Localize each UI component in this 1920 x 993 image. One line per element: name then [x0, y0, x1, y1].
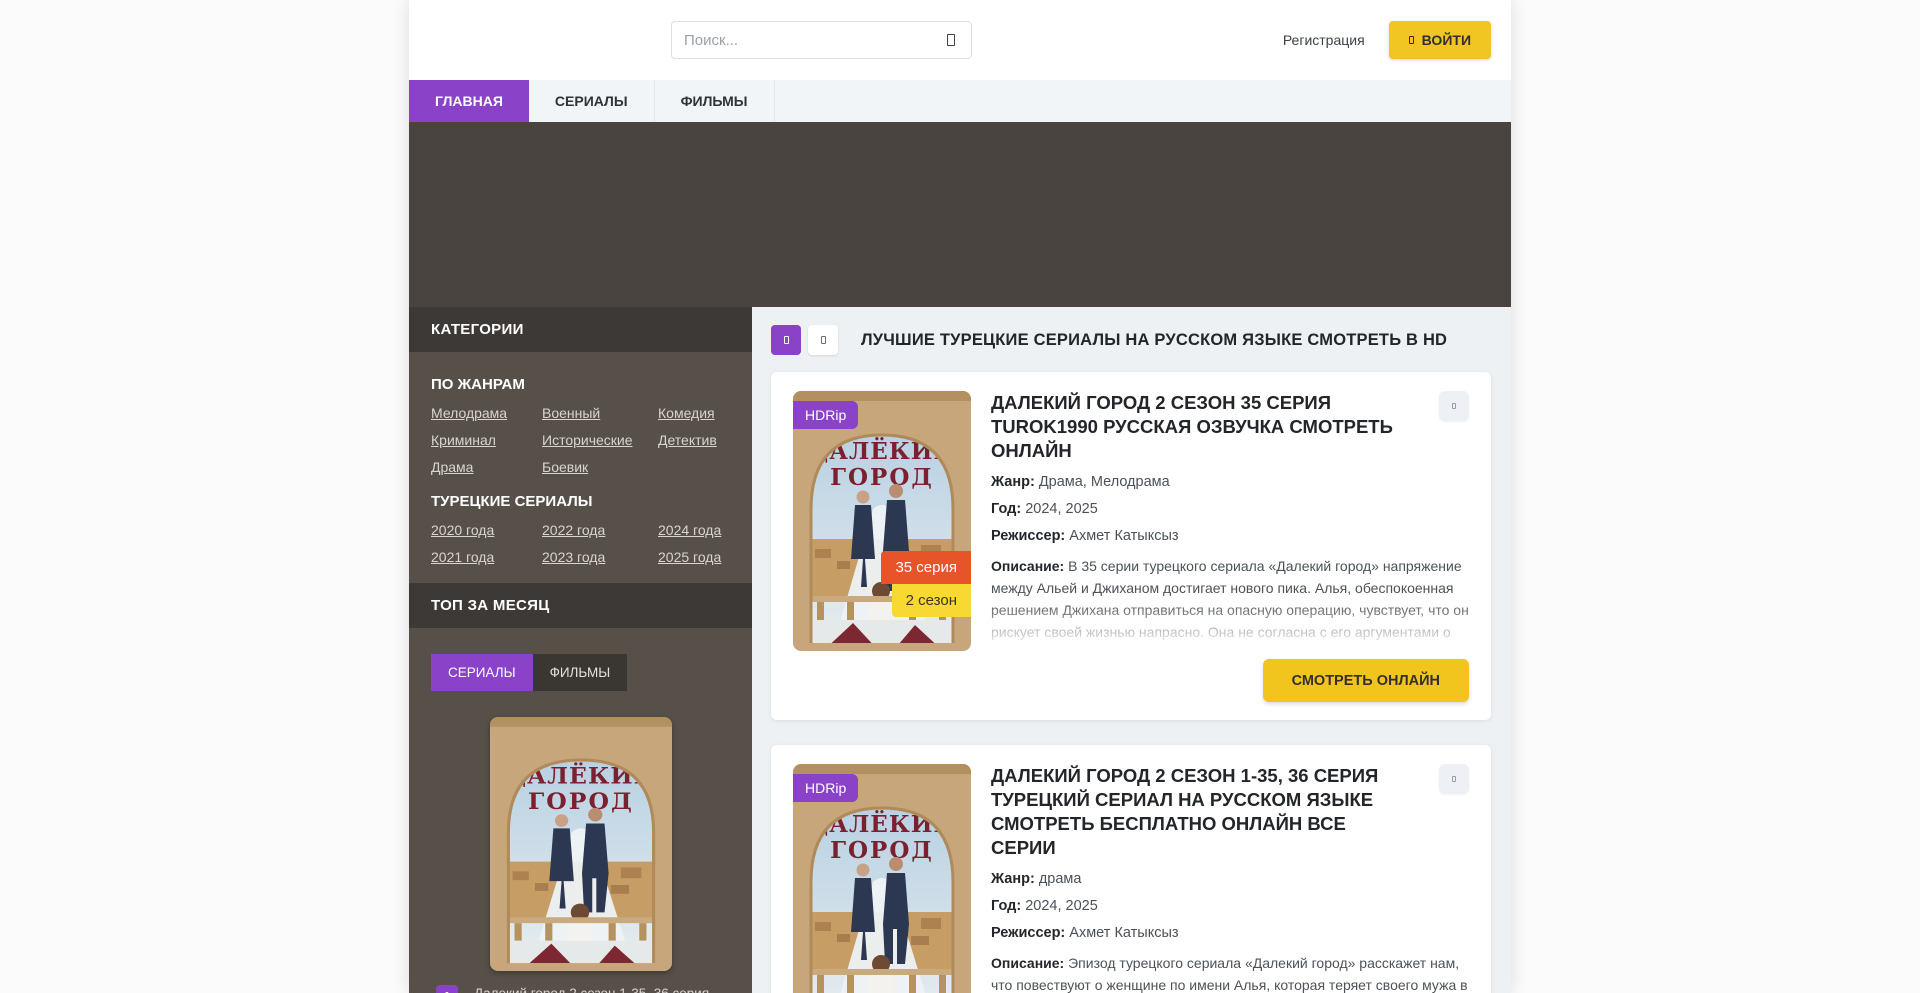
year-link[interactable]: 2024 года [658, 522, 730, 538]
director-label: Режиссер: [991, 528, 1065, 544]
search-icon [947, 34, 955, 46]
quality-badge: HDRip [793, 401, 858, 429]
director-label: Режиссер: [991, 925, 1065, 941]
auth-area: Регистрация ВОЙТИ [1283, 0, 1491, 80]
search-button[interactable] [931, 22, 971, 58]
grid-view-icon [784, 336, 789, 344]
list-view-button[interactable] [808, 325, 838, 355]
top-month-tabs: СЕРИАЛЫ ФИЛЬМЫ [431, 654, 730, 691]
main-content: ЛУЧШИЕ ТУРЕЦКИЕ СЕРИАЛЫ НА РУССКОМ ЯЗЫКЕ… [752, 307, 1511, 993]
genre-link[interactable]: Исторические [542, 432, 652, 448]
series-card: ДАЛЁКИЙ ГОРОД [771, 745, 1491, 993]
episode-badge: 35 серия [881, 551, 971, 584]
site-header: Регистрация ВОЙТИ [409, 0, 1511, 80]
genre-link[interactable]: Детектив [658, 432, 730, 448]
year-label: Год: [991, 501, 1021, 517]
watch-online-button[interactable]: СМОТРЕТЬ ОНЛАЙН [1263, 659, 1469, 702]
genre-label: Жанр: [991, 474, 1035, 490]
year-row: Год: 2024, 2025 [991, 898, 1469, 914]
poster-title-line2: ГОРОД [830, 837, 934, 864]
year-row: Год: 2024, 2025 [991, 501, 1469, 517]
content-row: КАТЕГОРИИ ПО ЖАНРАМ Мелодрама Военный Ко… [409, 307, 1511, 993]
card-title-link[interactable]: ДАЛЕКИЙ ГОРОД 2 СЕЗОН 1-35, 36 СЕРИЯ ТУР… [991, 764, 1411, 860]
nav-item-serials[interactable]: СЕРИАЛЫ [529, 80, 655, 122]
search-form [671, 21, 972, 59]
genre-label: Жанр: [991, 871, 1035, 887]
nav-item-films[interactable]: ФИЛЬМЫ [655, 80, 775, 122]
comments-icon [1452, 776, 1456, 782]
card-body: ДАЛЕКИЙ ГОРОД 2 СЕЗОН 35 СЕРИЯ TUROK1990… [991, 391, 1469, 702]
card-poster[interactable]: ДАЛЁКИЙ ГОРОД [793, 764, 971, 993]
rank-badge: 1 [436, 985, 458, 993]
top-rank-item: 1 Далекий город 2 сезон 1-35, 36 серия [436, 985, 730, 993]
tab-serials[interactable]: СЕРИАЛЫ [431, 654, 533, 691]
genre-link[interactable]: Военный [542, 405, 652, 421]
banner-area [409, 122, 1511, 307]
director-value: Ахмет Катыксыз [1069, 925, 1178, 941]
login-button[interactable]: ВОЙТИ [1389, 21, 1491, 59]
description: Описание: Эпизод турецкого сериала «Дале… [991, 953, 1469, 993]
poster-title-line2: ГОРОД [830, 464, 934, 491]
top-month-block: СЕРИАЛЫ ФИЛЬМЫ [409, 628, 752, 993]
nav-item-home[interactable]: ГЛАВНАЯ [409, 80, 529, 122]
season-badge: 2 сезон [892, 584, 971, 617]
episode-badges: 35 серия 2 сезон [881, 551, 971, 617]
series-card: ДАЛЁКИЙ ГОРОД [771, 372, 1491, 720]
genre-link[interactable]: Драма [431, 459, 536, 475]
login-label: ВОЙТИ [1422, 32, 1471, 48]
poster-art: ДАЛЁКИЙ ГОРОД [490, 717, 672, 971]
comments-button[interactable] [1439, 764, 1469, 794]
genre-link[interactable]: Мелодрама [431, 405, 536, 421]
description: Описание: В 35 серии турецкого сериала «… [991, 556, 1469, 649]
user-icon [1409, 36, 1414, 44]
sidebar: КАТЕГОРИИ ПО ЖАНРАМ Мелодрама Военный Ко… [409, 307, 752, 993]
page-title: ЛУЧШИЕ ТУРЕЦКИЕ СЕРИАЛЫ НА РУССКОМ ЯЗЫКЕ… [861, 331, 1447, 350]
year-value: 2024, 2025 [1025, 898, 1098, 914]
sidebar-filters: ПО ЖАНРАМ Мелодрама Военный Комедия Крим… [409, 352, 752, 583]
description-label: Описание: [991, 955, 1064, 971]
grid-view-button[interactable] [771, 325, 801, 355]
card-title-link[interactable]: ДАЛЕКИЙ ГОРОД 2 СЕЗОН 35 СЕРИЯ TUROK1990… [991, 391, 1411, 463]
genre-value: Драма, Мелодрама [1039, 474, 1170, 490]
top-poster[interactable]: ДАЛЁКИЙ ГОРОД [490, 717, 672, 971]
card-body: ДАЛЕКИЙ ГОРОД 2 СЕЗОН 1-35, 36 СЕРИЯ ТУР… [991, 764, 1469, 993]
years-title: ТУРЕЦКИЕ СЕРИАЛЫ [431, 493, 730, 510]
top-item-link[interactable]: Далекий город 2 сезон 1-35, 36 серия [474, 985, 709, 993]
page-container: Регистрация ВОЙТИ ГЛАВНАЯ СЕРИАЛЫ ФИЛЬМЫ… [409, 0, 1511, 993]
sidebar-categories-title: КАТЕГОРИИ [409, 307, 752, 352]
list-view-icon [821, 336, 826, 344]
card-poster[interactable]: ДАЛЁКИЙ ГОРОД [793, 391, 971, 651]
quality-badge: HDRip [793, 774, 858, 802]
year-link[interactable]: 2021 года [431, 549, 536, 565]
comments-button[interactable] [1439, 391, 1469, 421]
year-label: Год: [991, 898, 1021, 914]
genre-row: Жанр: Драма, Мелодрама [991, 474, 1469, 490]
register-link[interactable]: Регистрация [1283, 32, 1365, 48]
comments-icon [1452, 403, 1456, 409]
genre-link[interactable]: Криминал [431, 432, 536, 448]
tab-films[interactable]: ФИЛЬМЫ [533, 654, 628, 691]
description-label: Описание: [991, 558, 1064, 574]
main-nav: ГЛАВНАЯ СЕРИАЛЫ ФИЛЬМЫ [409, 80, 1511, 122]
year-value: 2024, 2025 [1025, 501, 1098, 517]
year-link[interactable]: 2023 года [542, 549, 652, 565]
director-row: Режиссер: Ахмет Катыксыз [991, 925, 1469, 941]
years-list: 2020 года 2022 года 2024 года 2021 года … [431, 522, 730, 565]
poster-title-line2: ГОРОД [528, 788, 634, 814]
content-header: ЛУЧШИЕ ТУРЕЦКИЕ СЕРИАЛЫ НА РУССКОМ ЯЗЫКЕ… [771, 325, 1491, 355]
genre-link[interactable]: Комедия [658, 405, 730, 421]
year-link[interactable]: 2025 года [658, 549, 730, 565]
genre-row: Жанр: драма [991, 871, 1469, 887]
director-row: Режиссер: Ахмет Катыксыз [991, 528, 1469, 544]
year-link[interactable]: 2020 года [431, 522, 536, 538]
genre-value: драма [1039, 871, 1082, 887]
genre-link[interactable]: Боевик [542, 459, 652, 475]
genres-title: ПО ЖАНРАМ [431, 376, 730, 393]
year-link[interactable]: 2022 года [542, 522, 652, 538]
director-value: Ахмет Катыксыз [1069, 528, 1178, 544]
search-input[interactable] [672, 32, 931, 49]
top-month-title: ТОП ЗА МЕСЯЦ [409, 583, 752, 628]
genres-list: Мелодрама Военный Комедия Криминал Истор… [431, 405, 730, 475]
